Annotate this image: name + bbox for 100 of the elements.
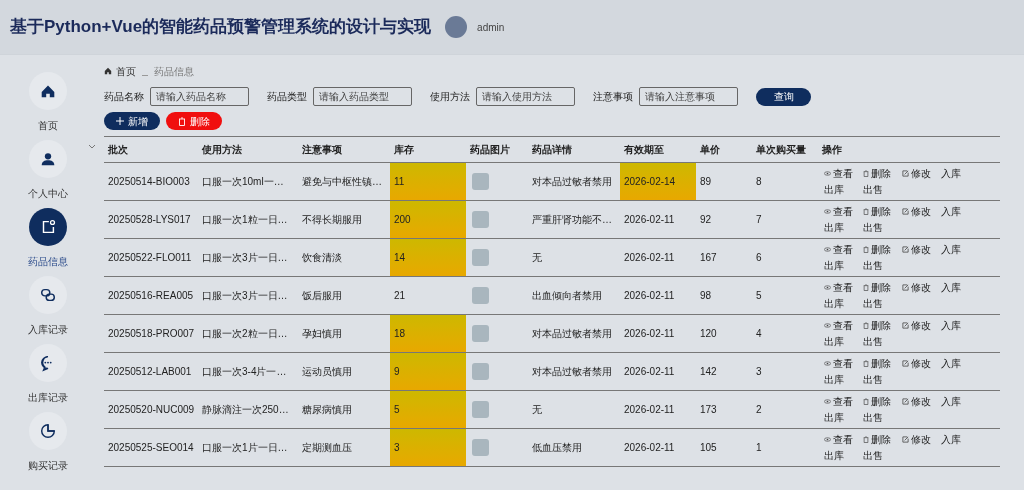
search-field[interactable]: 请输入药品类型: [313, 87, 412, 106]
action-link[interactable]: 出售: [863, 258, 902, 273]
photo-placeholder: [472, 211, 489, 228]
action-link[interactable]: 查看: [824, 318, 863, 333]
action-link[interactable]: 入库: [941, 394, 980, 409]
breadcrumb-link[interactable]: 首页: [116, 63, 136, 79]
action-link[interactable]: 删除: [863, 432, 902, 447]
trash-icon: [863, 170, 869, 177]
trash-icon: [863, 360, 869, 367]
action-link[interactable]: 删除: [863, 242, 902, 257]
action-link[interactable]: 出售: [863, 448, 902, 463]
action-link[interactable]: 修改: [902, 204, 941, 219]
table-cell-text: 8: [755, 175, 763, 189]
table-cell-text: 无: [531, 251, 543, 265]
search-button[interactable]: 查询: [756, 87, 811, 106]
action-link[interactable]: 入库: [941, 242, 980, 257]
action-link[interactable]: 删除: [863, 318, 902, 333]
edit-icon: [902, 360, 909, 367]
action-link[interactable]: 修改: [902, 356, 941, 371]
action-link[interactable]: 修改: [902, 242, 941, 257]
menu-icon-button[interactable]: [29, 344, 67, 382]
action-link[interactable]: 删除: [863, 356, 902, 371]
chevron-down-icon[interactable]: [88, 144, 96, 150]
menu-label[interactable]: 首页: [38, 118, 58, 133]
column-header: 药品图片: [469, 143, 511, 157]
search-field[interactable]: 请输入使用方法: [476, 87, 575, 106]
table-cell-text: 糖尿病慎用: [301, 403, 353, 417]
action-link[interactable]: 出售: [863, 220, 902, 235]
menu-label[interactable]: 个人中心: [28, 186, 68, 201]
action-link[interactable]: 查看: [824, 280, 863, 295]
action-link[interactable]: 出售: [863, 334, 902, 349]
menu-icon-button[interactable]: [29, 140, 67, 178]
action-link[interactable]: 出售: [863, 296, 902, 311]
action-link[interactable]: 出库: [824, 372, 863, 387]
menu-icon-button[interactable]: [29, 276, 67, 314]
action-link[interactable]: 查看: [824, 166, 863, 181]
table-cell-text: 孕妇慎用: [301, 327, 343, 341]
action-link[interactable]: 出库: [824, 182, 863, 197]
home-icon: [104, 67, 112, 75]
table-cell-text: 口服一次1粒一日…: [201, 213, 289, 227]
action-link[interactable]: 查看: [824, 356, 863, 371]
table-cell-text: 3: [755, 365, 763, 379]
plus-icon: [116, 117, 124, 125]
action-link[interactable]: 入库: [941, 432, 980, 447]
action-link[interactable]: 入库: [941, 318, 980, 333]
action-link[interactable]: 入库: [941, 356, 980, 371]
action-link[interactable]: 修改: [902, 394, 941, 409]
action-link[interactable]: 出库: [824, 258, 863, 273]
action-link[interactable]: 入库: [941, 166, 980, 181]
action-link[interactable]: 出售: [863, 410, 902, 425]
column-header: 药品详情: [531, 143, 573, 157]
table-cell-text: 20250522-FLO011: [107, 251, 193, 265]
table-cell-text: 定期测血压: [301, 441, 353, 455]
action-link[interactable]: 删除: [863, 280, 902, 295]
action-link[interactable]: 删除: [863, 394, 902, 409]
app-title: 基于Python+Vue的智能药品预警管理系统的设计与实现: [10, 16, 432, 39]
table-cell-text: 严重肝肾功能不…: [531, 213, 613, 227]
menu-icon-button[interactable]: [29, 412, 67, 450]
action-link[interactable]: 出售: [863, 182, 902, 197]
delete-button[interactable]: 删除: [166, 112, 222, 130]
action-link[interactable]: 出库: [824, 220, 863, 235]
action-link[interactable]: 删除: [863, 166, 902, 181]
table-cell-text: 口服一次3片一日…: [201, 289, 289, 303]
action-link[interactable]: 出库: [824, 334, 863, 349]
table-cell-text: 2026-02-11: [623, 213, 676, 227]
action-link[interactable]: 查看: [824, 204, 863, 219]
search-field[interactable]: 请输入注意事项: [639, 87, 738, 106]
action-link[interactable]: 出库: [824, 296, 863, 311]
action-link[interactable]: 出售: [863, 372, 902, 387]
action-link[interactable]: 修改: [902, 166, 941, 181]
add-button[interactable]: 新增: [104, 112, 160, 130]
photo-placeholder: [472, 249, 489, 266]
menu-label[interactable]: 入库记录: [28, 322, 68, 337]
action-link[interactable]: 修改: [902, 318, 941, 333]
action-link[interactable]: 入库: [941, 204, 980, 219]
search-field[interactable]: 请输入药品名称: [150, 87, 249, 106]
action-link[interactable]: 修改: [902, 280, 941, 295]
edit-icon: [902, 436, 909, 443]
action-link[interactable]: 删除: [863, 204, 902, 219]
action-link[interactable]: 查看: [824, 242, 863, 257]
action-link[interactable]: 出库: [824, 410, 863, 425]
menu-label[interactable]: 购买记录: [28, 458, 68, 473]
eye-icon: [824, 361, 831, 366]
menu-icon-button[interactable]: [29, 208, 67, 246]
table-cell-text: 2026-02-11: [623, 251, 676, 265]
eye-icon: [824, 323, 831, 328]
table-cell-text: 142: [699, 365, 718, 379]
action-link[interactable]: 查看: [824, 394, 863, 409]
table-cell-text: 7: [755, 213, 763, 227]
avatar[interactable]: [445, 16, 468, 38]
action-link[interactable]: 修改: [902, 432, 941, 447]
menu-label[interactable]: 药品信息: [28, 254, 68, 269]
action-link[interactable]: 出库: [824, 448, 863, 463]
action-link[interactable]: 入库: [941, 280, 980, 295]
menu-icon-button[interactable]: [29, 72, 67, 110]
action-link[interactable]: 查看: [824, 432, 863, 447]
table-cell-text: 饮食清淡: [301, 251, 343, 265]
stock-warning-cell: 11: [390, 163, 466, 200]
menu-label[interactable]: 出库记录: [28, 390, 68, 405]
edit-icon: [902, 322, 909, 329]
